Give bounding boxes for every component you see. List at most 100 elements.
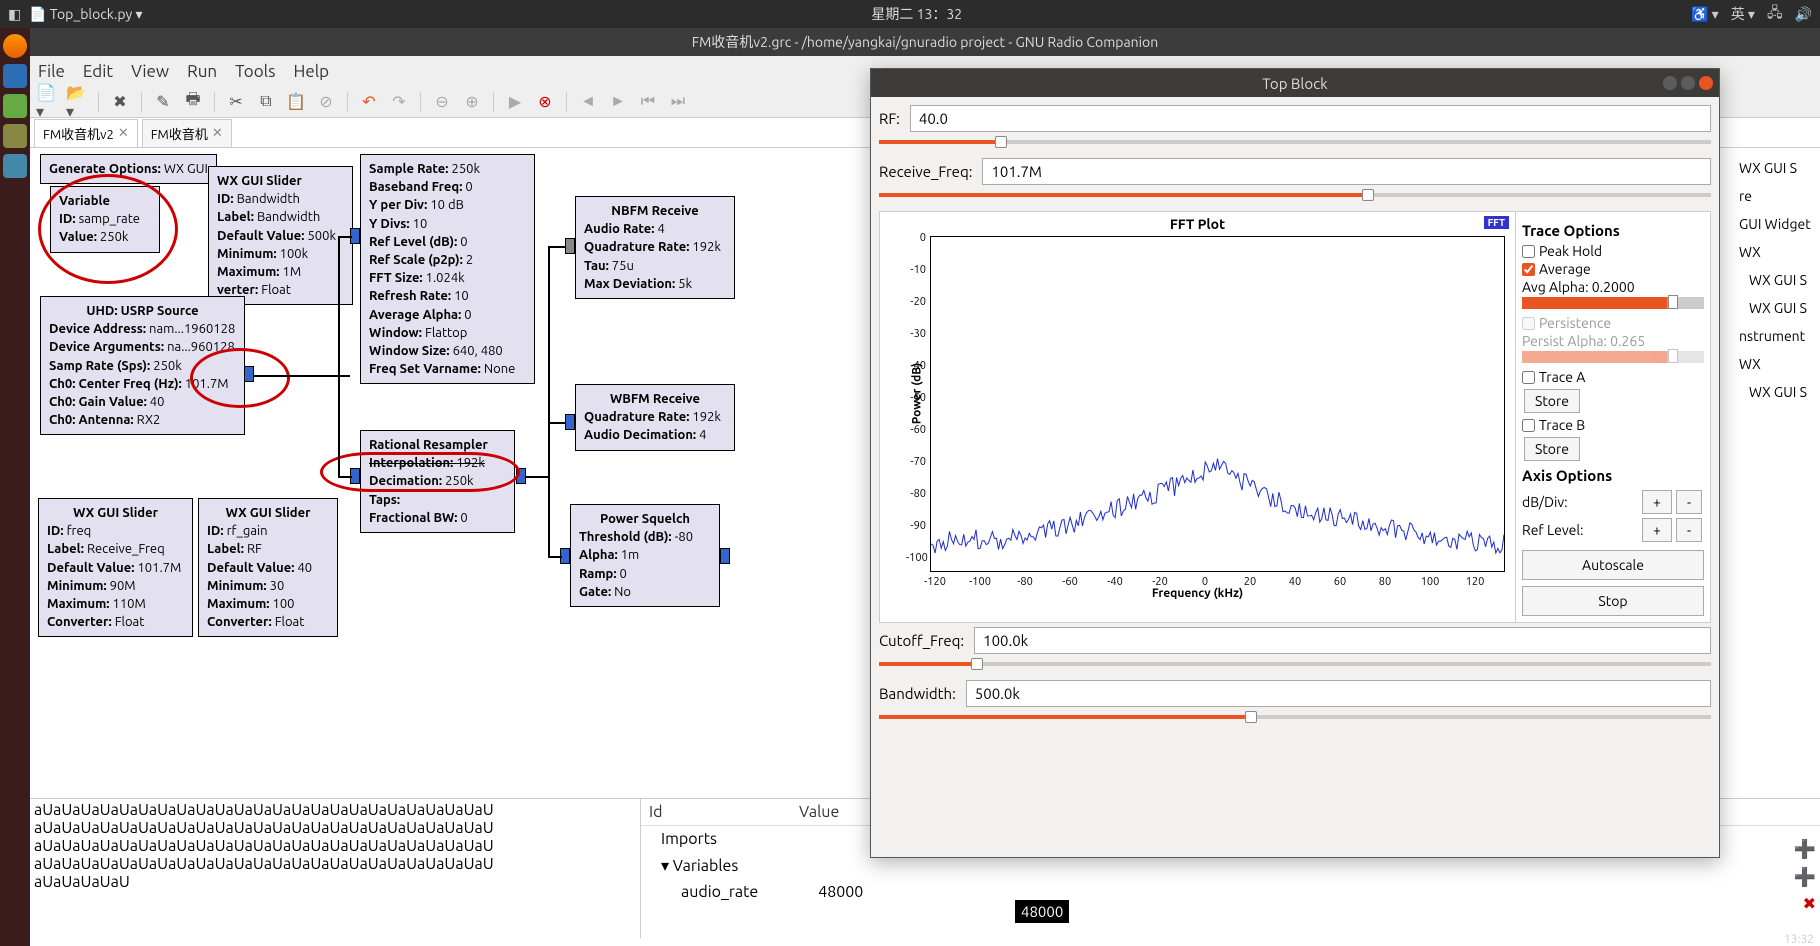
average-checkbox[interactable]: Average xyxy=(1522,261,1704,277)
cut-icon[interactable]: ✂ xyxy=(225,91,247,113)
block-fft-sink[interactable]: Sample Rate: 250k Baseband Freq: 0 Y per… xyxy=(360,154,535,384)
menu-help[interactable]: Help xyxy=(294,62,330,81)
block-tree-sidebar[interactable]: WX GUI S re GUI Widget WX WX GUI S WX GU… xyxy=(1735,148,1820,788)
firefox-icon[interactable] xyxy=(3,34,27,58)
redo-icon[interactable]: ↷ xyxy=(388,91,410,113)
menu-file[interactable]: File xyxy=(38,62,65,81)
block-slider-bandwidth[interactable]: WX GUI Slider ID: Bandwidth Label: Bandw… xyxy=(208,166,353,305)
receive-freq-input[interactable] xyxy=(982,158,1711,185)
stop-button[interactable]: Stop xyxy=(1522,586,1704,616)
rf-input[interactable] xyxy=(910,105,1711,132)
network-icon[interactable]: 🖧 xyxy=(1767,2,1783,26)
var-audio-rate[interactable]: audio_rate48000 xyxy=(641,879,1820,905)
first-icon[interactable]: ⏮ xyxy=(637,91,659,113)
stop-icon[interactable]: ⊗ xyxy=(534,91,556,113)
menu-run[interactable]: Run xyxy=(187,62,217,81)
last-icon[interactable]: ⏭ xyxy=(667,91,689,113)
block-nbfm-receive[interactable]: NBFM Receive Audio Rate: 4 Quadrature Ra… xyxy=(575,196,735,299)
ime-icon[interactable]: 英 ▾ xyxy=(1731,4,1755,24)
reflevel-minus-button[interactable]: - xyxy=(1676,518,1702,542)
sidebar-item[interactable]: nstrument xyxy=(1739,322,1816,350)
sidebar-item[interactable]: GUI Widget xyxy=(1739,210,1816,238)
autoscale-button[interactable]: Autoscale xyxy=(1522,550,1704,580)
top-block-titlebar[interactable]: Top Block xyxy=(871,69,1719,97)
delete-icon[interactable]: ⊘ xyxy=(315,91,337,113)
sidebar-item[interactable]: re xyxy=(1739,182,1816,210)
volume-icon[interactable]: 🔊 xyxy=(1795,6,1812,23)
sidebar-item[interactable]: WX GUI S xyxy=(1739,154,1816,182)
cutoff-freq-label: Cutoff_Freq: xyxy=(879,632,964,649)
add-icon[interactable]: ➕ xyxy=(1794,839,1816,860)
close-icon[interactable]: ✖ xyxy=(109,91,131,113)
fft-plot[interactable] xyxy=(930,236,1505,572)
accessibility-icon[interactable]: ♿ ▾ xyxy=(1691,6,1719,23)
fft-button[interactable]: FFT xyxy=(1484,216,1509,229)
open-icon[interactable]: 📂▾ xyxy=(66,91,88,113)
zoom-in-icon[interactable]: ⊕ xyxy=(461,91,483,113)
menu-edit[interactable]: Edit xyxy=(83,62,113,81)
maximize-icon[interactable] xyxy=(1681,76,1695,90)
fft-plot-area[interactable]: FFT Plot FFT Power (dB) Frequency (kHz) … xyxy=(880,212,1515,602)
store-b-button[interactable]: Store xyxy=(1524,437,1580,461)
rf-slider[interactable] xyxy=(879,134,1711,150)
block-power-squelch[interactable]: Power Squelch Threshold (dB): -80 Alpha:… xyxy=(570,504,720,607)
sidebar-item[interactable]: WX GUI S xyxy=(1749,378,1816,406)
trace-b-checkbox[interactable]: Trace B xyxy=(1522,417,1704,433)
avg-alpha-label: Avg Alpha: 0.2000 xyxy=(1522,279,1704,295)
tab-fm[interactable]: FM收音机✕ xyxy=(142,119,232,147)
launcher-item[interactable] xyxy=(3,64,27,88)
annotation-circle xyxy=(320,452,520,492)
print-icon[interactable]: 🖶 xyxy=(182,91,204,113)
os-clock[interactable]: 星期二 13：32 xyxy=(142,4,1691,24)
block-slider-freq[interactable]: WX GUI Slider ID: freq Label: Receive_Fr… xyxy=(38,498,193,637)
next-icon[interactable]: ► xyxy=(607,91,629,113)
reflevel-plus-button[interactable]: + xyxy=(1642,518,1672,542)
block-port[interactable] xyxy=(565,238,575,254)
add-icon[interactable]: ➕ xyxy=(1794,867,1816,888)
new-icon[interactable]: 📄▾ xyxy=(36,91,58,113)
store-a-button[interactable]: Store xyxy=(1524,389,1580,413)
launcher-item[interactable] xyxy=(3,94,27,118)
app-menu-icon[interactable]: ◧ xyxy=(8,6,21,23)
cutoff-freq-slider[interactable] xyxy=(879,656,1711,672)
zoom-out-icon[interactable]: ⊖ xyxy=(431,91,453,113)
cutoff-freq-input[interactable] xyxy=(974,627,1711,654)
bandwidth-input[interactable] xyxy=(966,680,1711,707)
tab-fm-v2[interactable]: FM收音机v2✕ xyxy=(34,119,138,147)
block-slider-rfgain[interactable]: WX GUI Slider ID: rf_gain Label: RF Defa… xyxy=(198,498,338,637)
tab-close-icon[interactable]: ✕ xyxy=(118,126,129,141)
minimize-icon[interactable] xyxy=(1663,76,1677,90)
play-icon[interactable]: ▶ xyxy=(504,91,526,113)
console-pane[interactable]: aUaUaUaUaUaUaUaUaUaUaUaUaUaUaUaUaUaUaUaU… xyxy=(30,798,640,938)
copy-icon[interactable]: ⧉ xyxy=(255,91,277,113)
receive-freq-slider[interactable] xyxy=(879,187,1711,203)
block-port[interactable] xyxy=(565,414,575,430)
launcher-item[interactable] xyxy=(3,154,27,178)
fft-controls: Trace Options Peak Hold Average Avg Alph… xyxy=(1515,212,1710,622)
dbdiv-minus-button[interactable]: - xyxy=(1676,490,1702,514)
undo-icon[interactable]: ↶ xyxy=(358,91,380,113)
menu-tools[interactable]: Tools xyxy=(235,62,275,81)
paste-icon[interactable]: 📋 xyxy=(285,91,307,113)
flowgraph-canvas[interactable]: Generate Options: WX GUI Variable ID: sa… xyxy=(30,148,890,788)
dbdiv-plus-button[interactable]: + xyxy=(1642,490,1672,514)
sidebar-item[interactable]: WX xyxy=(1739,350,1816,378)
block-wbfm-receive[interactable]: WBFM Receive Quadrature Rate: 192k Audio… xyxy=(575,384,735,451)
avg-alpha-slider[interactable] xyxy=(1522,297,1704,309)
persist-alpha-slider[interactable] xyxy=(1522,351,1704,363)
bandwidth-slider[interactable] xyxy=(879,709,1711,725)
close-icon[interactable] xyxy=(1699,76,1713,90)
menu-view[interactable]: View xyxy=(131,62,169,81)
sidebar-item[interactable]: WX GUI S xyxy=(1749,266,1816,294)
trace-a-checkbox[interactable]: Trace A xyxy=(1522,369,1704,385)
remove-icon[interactable]: ✖ xyxy=(1803,894,1816,913)
tab-close-icon[interactable]: ✕ xyxy=(212,126,223,141)
launcher-item[interactable] xyxy=(3,124,27,148)
peak-hold-checkbox[interactable]: Peak Hold xyxy=(1522,243,1704,259)
prev-icon[interactable]: ◄ xyxy=(577,91,599,113)
block-port[interactable] xyxy=(720,548,730,564)
edit-icon[interactable]: ✎ xyxy=(152,91,174,113)
sidebar-item[interactable]: WX GUI S xyxy=(1749,294,1816,322)
persistence-checkbox[interactable]: Persistence xyxy=(1522,315,1704,331)
sidebar-item[interactable]: WX xyxy=(1739,238,1816,266)
